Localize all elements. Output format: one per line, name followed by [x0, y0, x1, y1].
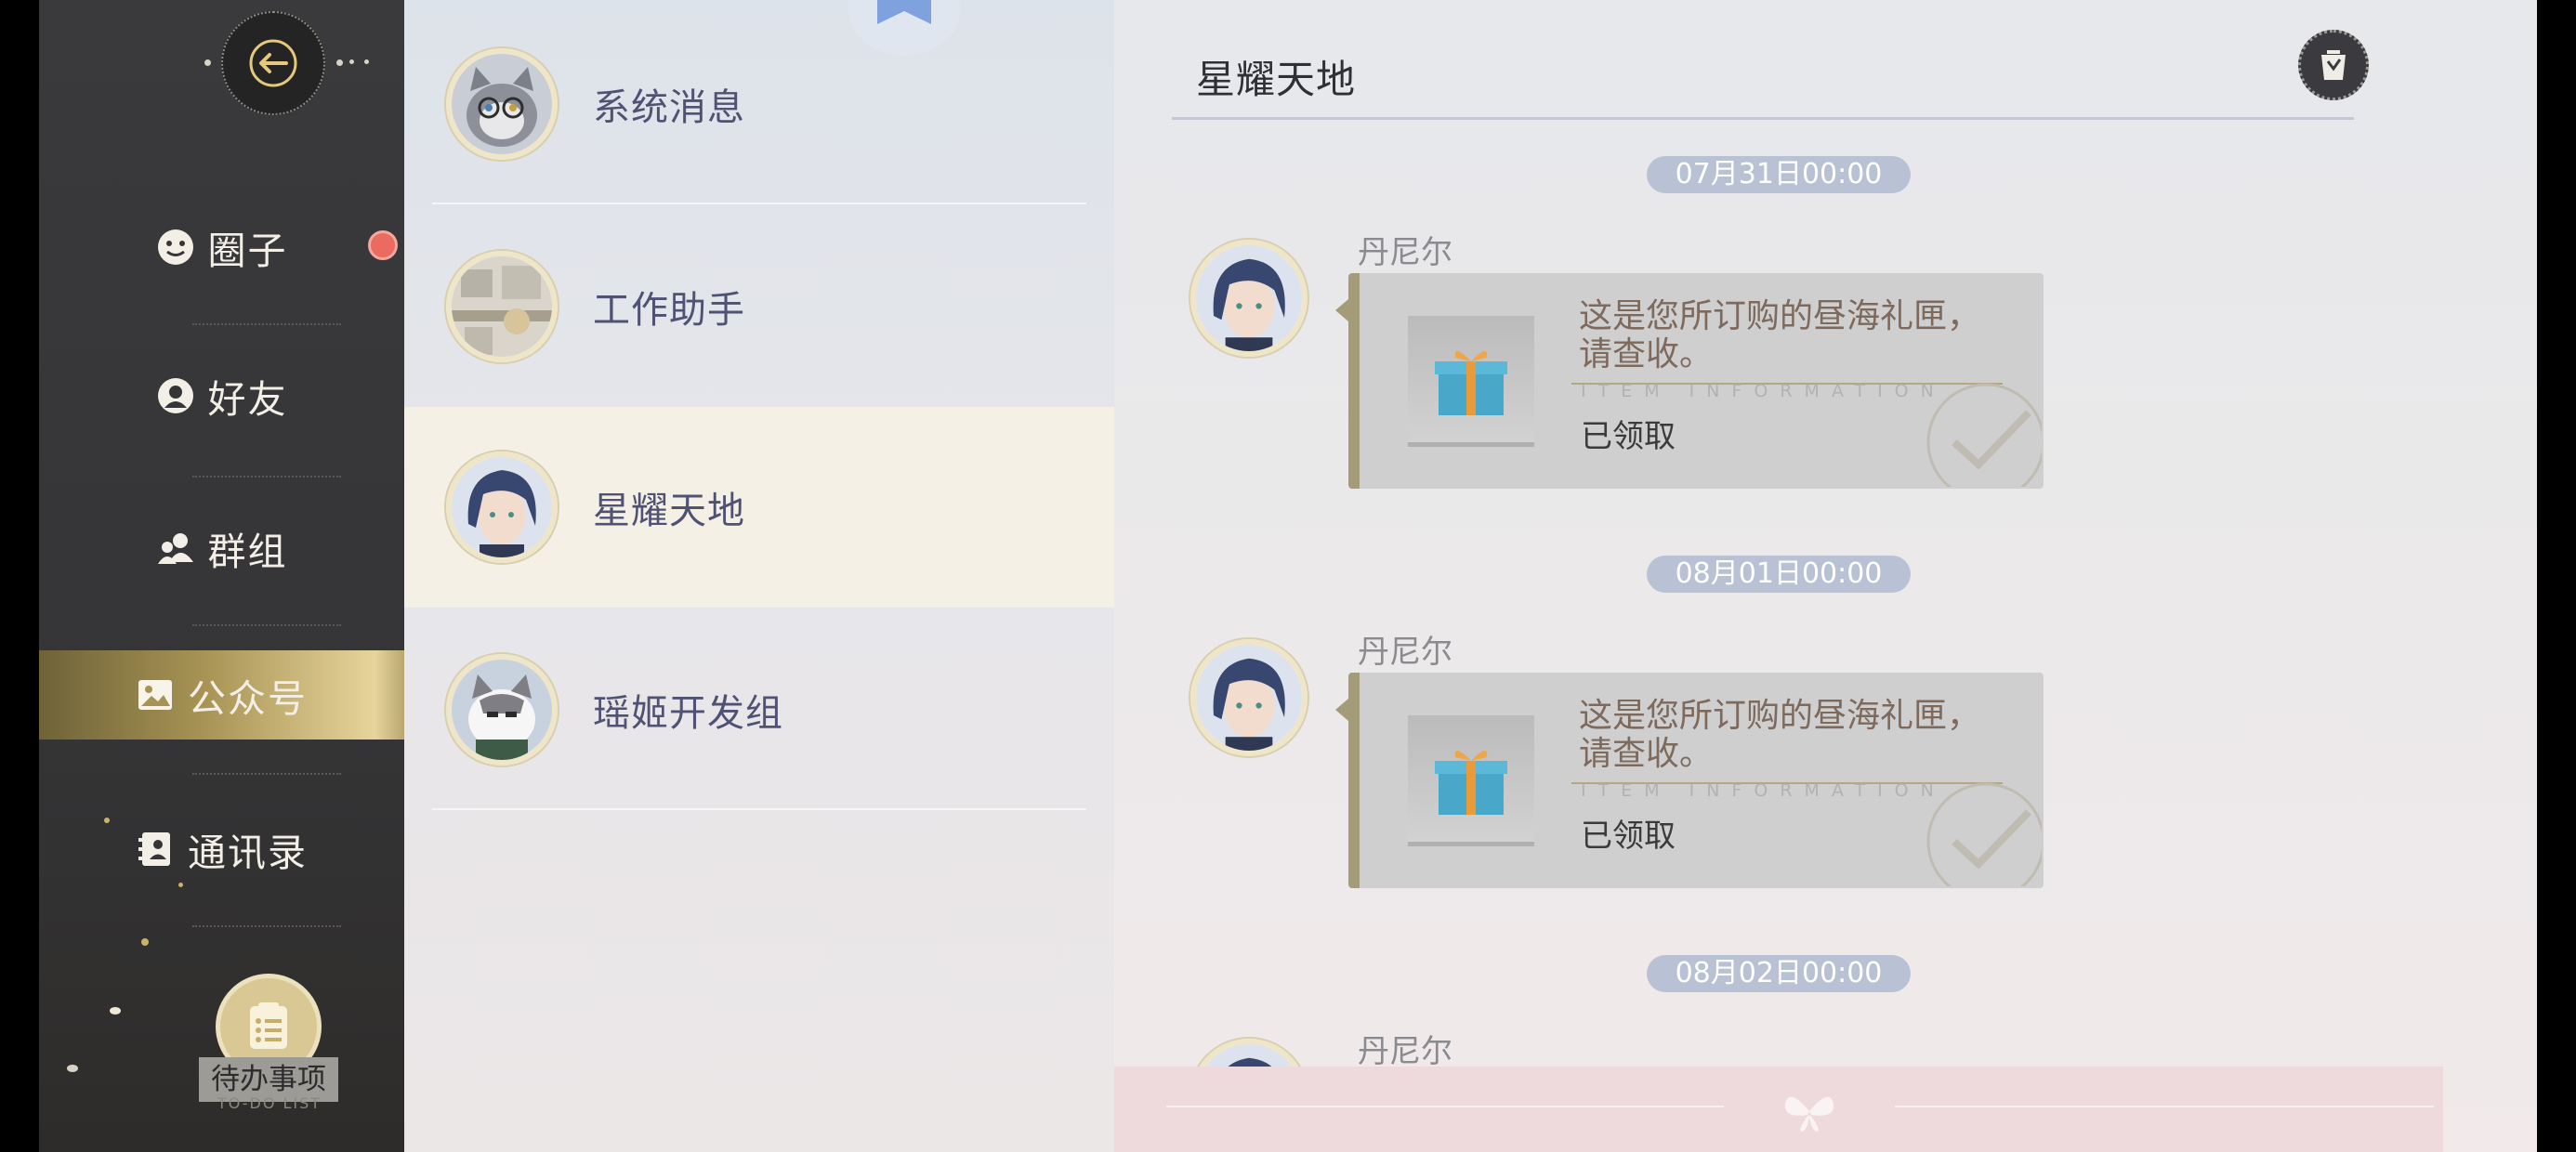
message-text: 这是您所订购的昼海礼匣， 请查收。 — [1579, 297, 1981, 373]
friend-icon — [156, 376, 195, 415]
sparkle — [110, 1007, 121, 1015]
nav-rail: 圈子 好友 群组 公众号 通讯录 待办事项 TO-DO LIST — [39, 0, 404, 1152]
chat-title: 星耀天地 — [1196, 57, 1357, 102]
back-button[interactable] — [221, 11, 325, 115]
gift-item-thumbnail — [1408, 316, 1534, 447]
sender-name: 丹尼尔 — [1358, 634, 1452, 671]
item-info-caption: ITEM INFORMATION — [1581, 381, 1946, 401]
smile-icon — [156, 228, 195, 267]
checklist-icon — [250, 1002, 287, 1049]
contacts-icon — [136, 830, 175, 869]
nav-divider — [192, 925, 341, 927]
nav-item-label: 群组 — [207, 530, 288, 574]
nav-divider — [192, 773, 341, 775]
conversation-item[interactable]: 工作助手 — [404, 206, 1114, 407]
nav-item-label: 圈子 — [207, 229, 288, 273]
bottom-input-bar — [1114, 1067, 2443, 1152]
nav-item-contacts[interactable]: 通讯录 — [39, 805, 404, 894]
conversation-item[interactable]: 系统消息 — [404, 4, 1114, 204]
avatar — [446, 452, 558, 563]
timestamp-pill: 07月31日00:00 — [1647, 156, 1911, 193]
sender-name: 丹尼尔 — [1358, 234, 1452, 271]
nav-divider — [192, 323, 341, 325]
gift-message-bubble[interactable]: 这是您所订购的昼海礼匣， 请查收。 ITEM INFORMATION 已领取 — [1335, 273, 2044, 489]
item-info-caption: ITEM INFORMATION — [1581, 780, 1946, 801]
conversation-list: 系统消息 工作助手 星耀天地 瑶姬开发组 — [404, 0, 1114, 1152]
image-icon — [136, 675, 175, 714]
claim-status: 已领取 — [1581, 818, 1676, 855]
title-divider — [1172, 117, 2354, 120]
nav-item-label: 通讯录 — [188, 831, 308, 875]
gift-item-thumbnail — [1408, 715, 1534, 846]
conversation-item[interactable]: 瑶姬开发组 — [404, 609, 1114, 810]
conversation-name: 瑶姬开发组 — [593, 692, 783, 735]
sender-avatar[interactable] — [1190, 639, 1308, 756]
bar-line — [1895, 1106, 2434, 1107]
list-divider — [432, 808, 1086, 810]
conversation-name: 工作助手 — [593, 289, 745, 332]
check-stamp-icon — [1926, 782, 2042, 886]
nav-item-circle[interactable]: 圈子 — [39, 203, 404, 292]
nav-divider — [192, 476, 341, 478]
bar-line — [1166, 1106, 1724, 1107]
timestamp-pill: 08月01日00:00 — [1647, 556, 1911, 593]
decor-dot — [349, 59, 354, 64]
gift-icon — [1435, 750, 1507, 815]
app-window: 圈子 好友 群组 公众号 通讯录 待办事项 TO-DO LIST 系统消息 工作… — [39, 0, 2537, 1152]
conversation-name: 系统消息 — [593, 86, 745, 129]
sender-name: 丹尼尔 — [1358, 1033, 1452, 1070]
conversation-name: 星耀天地 — [593, 490, 745, 532]
nav-item-label: 公众号 — [188, 676, 308, 721]
decor-dot — [336, 59, 343, 66]
group-icon — [156, 529, 195, 568]
sparkle — [104, 818, 110, 823]
claim-status: 已领取 — [1581, 418, 1676, 455]
chat-panel: 星耀天地 07月31日00:00 丹尼尔 这是您所订购的昼海礼匣， 请查收。 I… — [1114, 0, 2537, 1152]
todo-sublabel: TO-DO LIST — [217, 1094, 322, 1112]
nav-item-friends[interactable]: 好友 — [39, 351, 404, 440]
nav-item-label: 好友 — [207, 377, 288, 422]
nav-divider — [192, 624, 341, 626]
butterfly-icon — [1784, 1096, 1834, 1132]
decor-dot — [204, 59, 211, 66]
delete-button[interactable] — [2298, 30, 2369, 100]
timestamp-pill: 08月02日00:00 — [1647, 955, 1911, 992]
check-stamp-icon — [1926, 383, 2042, 487]
back-arrow-icon — [249, 39, 297, 87]
list-divider — [432, 203, 1086, 204]
avatar — [446, 251, 558, 362]
nav-item-official-accounts[interactable]: 公众号 — [39, 650, 404, 740]
conversation-item-active[interactable]: 星耀天地 — [404, 407, 1114, 608]
gift-icon — [1435, 350, 1507, 415]
sparkle — [141, 938, 149, 946]
sparkle — [178, 883, 183, 887]
avatar — [446, 48, 558, 160]
gift-message-bubble[interactable]: 这是您所订购的昼海礼匣， 请查收。 ITEM INFORMATION 已领取 — [1335, 673, 2044, 888]
trash-icon — [2321, 50, 2346, 80]
decor-dot — [364, 59, 369, 64]
message-text: 这是您所订购的昼海礼匣， 请查收。 — [1579, 697, 1981, 773]
sparkle — [67, 1065, 78, 1072]
nav-item-groups[interactable]: 群组 — [39, 504, 404, 593]
sender-avatar[interactable] — [1190, 240, 1308, 357]
notification-dot — [368, 230, 398, 260]
avatar — [446, 654, 558, 766]
